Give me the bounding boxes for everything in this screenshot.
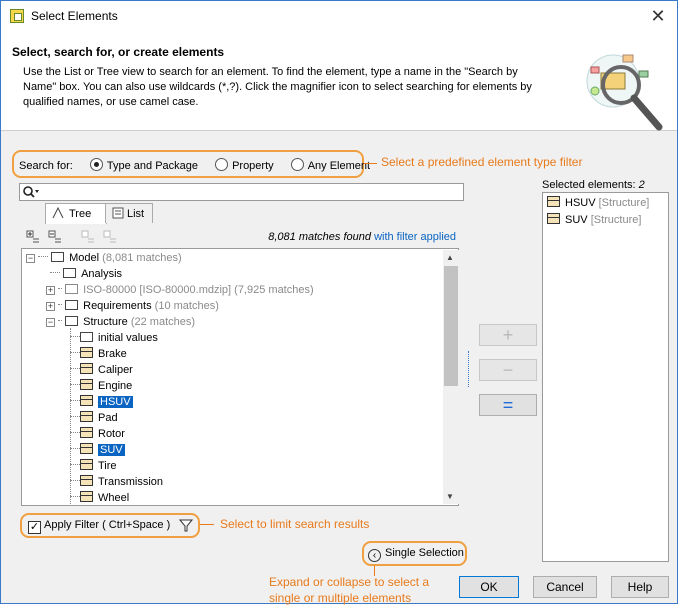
tree-row-initial-values[interactable]: initial values <box>70 330 158 346</box>
tab-tree[interactable]: Tree <box>45 203 107 224</box>
annotation-limit-results: Select to limit search results <box>220 517 370 531</box>
scroll-thumb[interactable] <box>444 266 458 386</box>
help-button[interactable]: Help <box>611 576 669 598</box>
filter-applied-link[interactable]: with filter applied <box>374 231 456 243</box>
expand-toggle[interactable]: + <box>46 286 55 295</box>
tree-row-caliper[interactable]: Caliper <box>70 362 133 378</box>
radio-property[interactable]: Property <box>215 158 274 172</box>
tree-row-analysis[interactable]: Analysis <box>50 266 122 282</box>
tree-row-pad[interactable]: Pad <box>70 410 118 426</box>
class-icon <box>80 379 93 390</box>
tree-scrollbar[interactable]: ▲ ▼ <box>443 250 459 504</box>
class-icon <box>80 395 93 406</box>
annotation-connector <box>364 163 377 164</box>
tree-row-hsuv[interactable]: HSUV <box>70 394 133 410</box>
collapse-toggle[interactable]: − <box>26 254 35 263</box>
tree-row-structure[interactable]: − Structure (22 matches) <box>46 314 195 330</box>
ok-button[interactable]: OK <box>459 576 519 598</box>
tree-row-wheel[interactable]: Wheel <box>70 490 129 505</box>
funnel-icon[interactable] <box>179 519 193 532</box>
class-icon <box>80 363 93 374</box>
tree-row-transmission[interactable]: Transmission <box>70 474 163 490</box>
tree-row-iso-80000[interactable]: + ISO-80000 [ISO-80000.mdzip] (7,925 mat… <box>46 282 314 298</box>
collapse-toggle[interactable]: − <box>46 318 55 327</box>
match-info: 8,081 matches found with filter applied <box>268 231 456 243</box>
selected-item[interactable]: SUV [Structure] <box>547 212 641 228</box>
folder-icon <box>80 332 93 342</box>
tree-row-requirements[interactable]: + Requirements (10 matches) <box>46 298 219 314</box>
class-icon <box>80 427 93 438</box>
tree-row-rotor[interactable]: Rotor <box>70 426 125 442</box>
class-icon <box>80 347 93 358</box>
expand-toggle[interactable]: + <box>46 302 55 311</box>
header-heading: Select, search for, or create elements <box>12 45 225 59</box>
package-icon <box>65 284 79 294</box>
single-selection-button[interactable]: ‹ Single Selection <box>368 547 464 562</box>
selected-elements-list[interactable]: HSUV [Structure] SUV [Structure] <box>542 192 669 562</box>
annotation-filter-type: Select a predefined element type filter <box>381 155 583 169</box>
search-input[interactable] <box>19 183 464 201</box>
class-icon <box>80 475 93 486</box>
splitter-handle[interactable] <box>468 351 469 387</box>
apply-filter-checkbox[interactable]: ✓ Apply Filter ( Ctrl+Space ) <box>28 519 170 534</box>
class-icon <box>547 213 560 224</box>
remove-element-button[interactable]: − <box>479 359 537 381</box>
select-elements-dialog: Select Elements ✕ Select, search for, or… <box>0 0 678 605</box>
remove-all-button[interactable]: = <box>479 394 537 416</box>
scroll-down-icon[interactable]: ▼ <box>446 492 454 501</box>
class-icon <box>80 459 93 470</box>
selected-item[interactable]: HSUV [Structure] <box>547 195 649 211</box>
scroll-up-icon[interactable]: ▲ <box>446 253 454 262</box>
class-icon <box>80 443 93 454</box>
tree-row-brake[interactable]: Brake <box>70 346 127 362</box>
search-illustration-icon <box>586 54 663 131</box>
annotation-connector <box>200 524 214 525</box>
window-title: Select Elements <box>31 9 118 23</box>
add-element-button[interactable]: + <box>479 324 537 346</box>
search-for-group: Search for: Type and Package Property An… <box>19 158 370 172</box>
magnifier-icon[interactable] <box>22 185 40 199</box>
selected-elements-label: Selected elements: 2 <box>542 179 645 191</box>
collapse-all-icon[interactable] <box>48 230 62 244</box>
match-count: 8,081 matches found <box>268 231 371 243</box>
header-description: Use the List or Tree view to search for … <box>23 66 532 108</box>
checkbox-check-icon: ✓ <box>28 521 41 534</box>
app-icon <box>10 9 24 23</box>
model-icon <box>51 252 65 262</box>
cancel-button[interactable]: Cancel <box>533 576 597 598</box>
tree-row-tire[interactable]: Tire <box>70 458 117 474</box>
folder-icon <box>63 268 77 278</box>
radio-any-element[interactable]: Any Element <box>290 158 370 172</box>
list-icon <box>112 207 124 219</box>
class-icon <box>80 491 93 502</box>
tab-list[interactable]: List <box>105 203 153 223</box>
tree-row-model[interactable]: − Model (8,081 matches) <box>26 250 182 266</box>
tree-row-suv[interactable]: SUV <box>70 442 125 458</box>
class-icon <box>80 411 93 422</box>
tree-toolbar: 8,081 matches found with filter applied <box>21 227 464 247</box>
collapse-selected-icon[interactable] <box>103 230 117 244</box>
tree-row-engine[interactable]: Engine <box>70 378 132 394</box>
close-icon[interactable]: ✕ <box>645 3 671 29</box>
dialog-header: Select, search for, or create elements U… <box>1 31 677 131</box>
element-tree[interactable]: − Model (8,081 matches) Analysis + ISO-8… <box>21 248 459 506</box>
search-for-label: Search for: <box>19 160 73 172</box>
annotation-expand-collapse: Expand or collapse to select a single or… <box>269 575 430 605</box>
expand-selected-icon[interactable] <box>81 230 95 244</box>
folder-icon <box>65 300 79 310</box>
chevron-left-icon: ‹ <box>368 549 381 562</box>
folder-icon <box>65 316 79 326</box>
radio-type-and-package[interactable]: Type and Package <box>89 158 198 172</box>
expand-all-icon[interactable] <box>26 230 40 244</box>
title-bar: Select Elements ✕ <box>1 1 677 31</box>
class-icon <box>547 196 560 207</box>
tree-icon <box>52 206 64 219</box>
